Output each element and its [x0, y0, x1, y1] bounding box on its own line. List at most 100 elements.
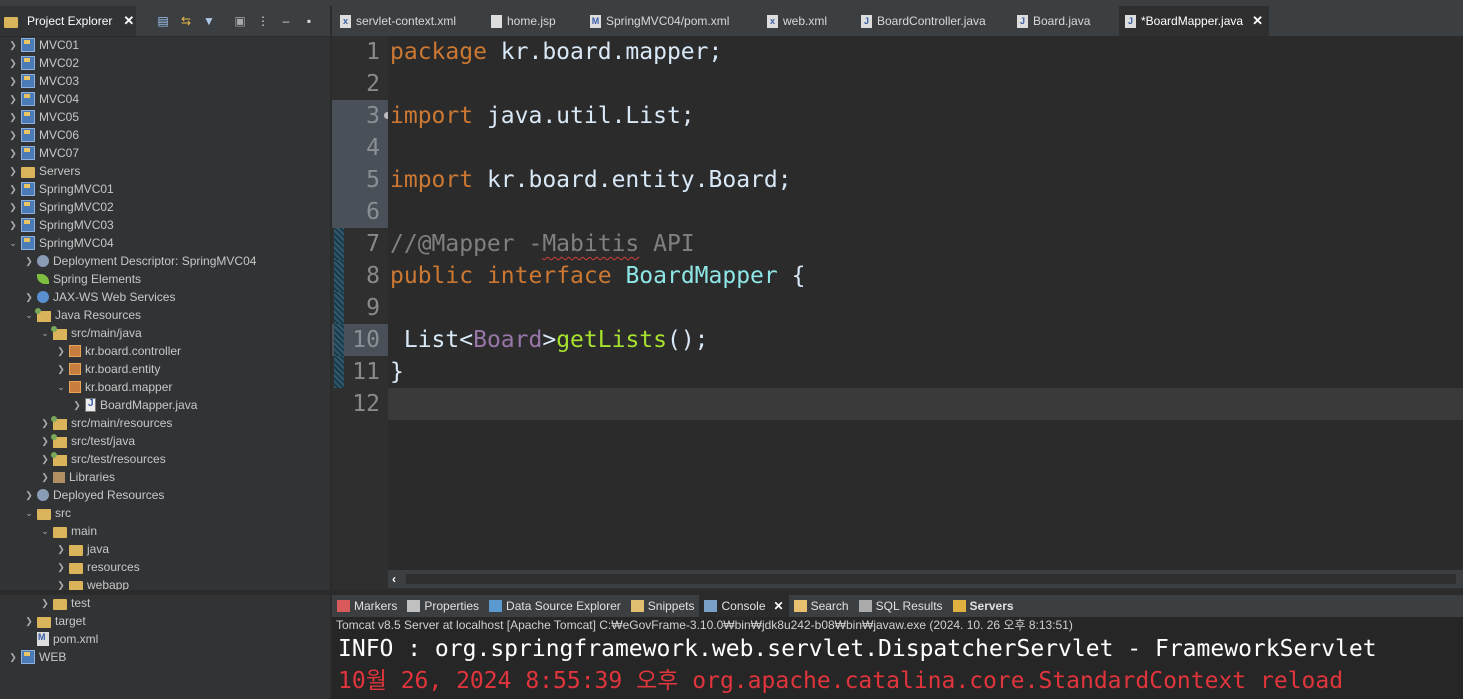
tab-servlet-context-xml[interactable]: x servlet-context.xml [340, 6, 456, 36]
tree-item-web[interactable]: ❯ WEB [0, 648, 330, 666]
chevron-down-icon[interactable]: ⌄ [40, 328, 50, 338]
tree-item-src-main-resources[interactable]: ❯ src/main/resources [0, 414, 330, 432]
chevron-right-icon[interactable]: ❯ [56, 562, 66, 572]
tree-item-test[interactable]: ❯ test [0, 594, 330, 612]
chevron-right-icon[interactable]: ❯ [56, 544, 66, 554]
chevron-right-icon[interactable]: ❯ [24, 616, 34, 626]
chevron-right-icon[interactable]: ❯ [56, 364, 66, 374]
chevron-right-icon[interactable]: ❯ [72, 400, 82, 410]
tree-item-mvc02[interactable]: ❯ MVC02 [0, 54, 330, 72]
tab-console[interactable]: Console ✕ [699, 595, 789, 617]
chevron-down-icon[interactable]: ⌄ [24, 508, 34, 518]
chevron-down-icon[interactable]: ⌄ [24, 310, 34, 320]
tab-project-explorer[interactable]: Project Explorer ✕ [0, 6, 136, 36]
tree-item-mvc05[interactable]: ❯ MVC05 [0, 108, 330, 126]
tree-item-libraries[interactable]: ❯ Libraries [0, 468, 330, 486]
chevron-down-icon[interactable]: ⌄ [8, 238, 18, 248]
tab-boardcontroller-java[interactable]: J BoardController.java [861, 6, 986, 36]
line-number: 12 [352, 391, 380, 417]
tab-web-xml[interactable]: x web.xml [767, 6, 827, 36]
chevron-right-icon[interactable]: ❯ [8, 40, 18, 50]
chevron-right-icon[interactable]: ❯ [40, 454, 50, 464]
chevron-right-icon[interactable]: ❯ [8, 220, 18, 230]
tab-data-source-explorer[interactable]: Data Source Explorer [484, 595, 626, 617]
tree-item-deployed-resources[interactable]: ❯ Deployed Resources [0, 486, 330, 504]
tree-item-springmvc04[interactable]: ⌄ SpringMVC04 [0, 234, 330, 252]
minimize-icon[interactable]: ‒ [279, 14, 293, 28]
chevron-right-icon[interactable]: ❯ [8, 166, 18, 176]
filter-icon[interactable]: ▼ [202, 14, 216, 28]
chevron-right-icon[interactable]: ❯ [40, 418, 50, 428]
tab-search[interactable]: Search [789, 595, 854, 617]
chevron-right-icon[interactable]: ❯ [24, 256, 34, 266]
tree-item-java-resources[interactable]: ⌄ Java Resources [0, 306, 330, 324]
tab-pom-xml[interactable]: M SpringMVC04/pom.xml [590, 6, 729, 36]
tree-item-src[interactable]: ⌄ src [0, 504, 330, 522]
chevron-right-icon[interactable]: ❯ [8, 148, 18, 158]
chevron-right-icon[interactable]: ❯ [8, 76, 18, 86]
tree-item-springmvc01[interactable]: ❯ SpringMVC01 [0, 180, 330, 198]
chevron-right-icon[interactable]: ❯ [24, 490, 34, 500]
chevron-right-icon[interactable]: ❯ [8, 112, 18, 122]
view-menu-icon[interactable]: ⋮ [256, 14, 270, 28]
tab-properties[interactable]: Properties [402, 595, 484, 617]
tree-item-pkg-controller[interactable]: ❯ kr.board.controller [0, 342, 330, 360]
collapse-all-icon[interactable]: ▤ [156, 14, 170, 28]
chevron-right-icon[interactable]: ❯ [40, 436, 50, 446]
chevron-down-icon[interactable]: ⌄ [40, 526, 50, 536]
close-icon[interactable]: ✕ [1252, 13, 1263, 29]
tab-home-jsp[interactable]: home.jsp [491, 6, 556, 36]
code-text: List< [390, 327, 474, 353]
tree-item-mvc03[interactable]: ❯ MVC03 [0, 72, 330, 90]
chevron-right-icon[interactable]: ❯ [8, 94, 18, 104]
tree-item-src-main-java[interactable]: ⌄ src/main/java [0, 324, 330, 342]
chevron-right-icon[interactable]: ❯ [56, 346, 66, 356]
tree-item-spring-elements[interactable]: Spring Elements [0, 270, 330, 288]
tab-snippets[interactable]: Snippets [626, 595, 700, 617]
chevron-right-icon[interactable]: ❯ [8, 58, 18, 68]
horizontal-scrollbar[interactable]: ‹ [388, 570, 1463, 588]
tree-item-src-test-java[interactable]: ❯ src/test/java [0, 432, 330, 450]
tree-item-springmvc02[interactable]: ❯ SpringMVC02 [0, 198, 330, 216]
tree-item-boardmapper-java[interactable]: ❯ BoardMapper.java [0, 396, 330, 414]
tree-item-resources[interactable]: ❯ resources [0, 558, 330, 576]
chevron-right-icon[interactable]: ❯ [40, 598, 50, 608]
tree-item-pom-xml[interactable]: pom.xml [0, 630, 330, 648]
tab-sql-results[interactable]: SQL Results [854, 595, 948, 617]
tab-markers[interactable]: Markers [332, 595, 402, 617]
tab-boardmapper-java[interactable]: J *BoardMapper.java ✕ [1119, 6, 1269, 36]
chevron-right-icon[interactable]: ❯ [56, 580, 66, 590]
chevron-right-icon[interactable]: ❯ [8, 652, 18, 662]
scrollbar-thumb[interactable] [406, 574, 1456, 584]
line-number-text: 3 [366, 103, 380, 129]
chevron-right-icon[interactable]: ❯ [24, 292, 34, 302]
tree-item-java[interactable]: ❯ java [0, 540, 330, 558]
tree-item-target[interactable]: ❯ target [0, 612, 330, 630]
tab-board-java[interactable]: J Board.java [1017, 6, 1090, 36]
tab-servers[interactable]: Servers [948, 595, 1019, 617]
tree-item-src-test-resources[interactable]: ❯ src/test/resources [0, 450, 330, 468]
chevron-right-icon[interactable]: ❯ [40, 472, 50, 482]
tree-item-mvc07[interactable]: ❯ MVC07 [0, 144, 330, 162]
chevron-right-icon[interactable]: ❯ [8, 184, 18, 194]
tree-item-pkg-mapper[interactable]: ⌄ kr.board.mapper [0, 378, 330, 396]
tree-item-mvc06[interactable]: ❯ MVC06 [0, 126, 330, 144]
chevron-down-icon[interactable]: ⌄ [56, 382, 66, 392]
focus-task-icon[interactable]: ▣ [233, 14, 247, 28]
tree-item-servers[interactable]: ❯ Servers [0, 162, 330, 180]
link-with-editor-icon[interactable]: ⇆ [179, 14, 193, 28]
tree-item-main[interactable]: ⌄ main [0, 522, 330, 540]
code-editor[interactable]: package kr.board.mapper; import java.uti… [388, 36, 1463, 570]
tree-item-springmvc03[interactable]: ❯ SpringMVC03 [0, 216, 330, 234]
chevron-right-icon[interactable]: ❯ [8, 130, 18, 140]
tree-item-mvc04[interactable]: ❯ MVC04 [0, 90, 330, 108]
tree-item-jax-ws[interactable]: ❯ JAX-WS Web Services [0, 288, 330, 306]
chevron-right-icon[interactable]: ❯ [8, 202, 18, 212]
close-icon[interactable]: ✕ [774, 599, 784, 613]
close-icon[interactable]: ✕ [123, 13, 134, 29]
tree-item-mvc01[interactable]: ❯ MVC01 [0, 36, 330, 54]
maximize-icon[interactable]: ▪ [302, 14, 316, 28]
tree-item-pkg-entity[interactable]: ❯ kr.board.entity [0, 360, 330, 378]
scroll-left-icon[interactable]: ‹ [392, 570, 396, 588]
tree-item-deployment-descriptor[interactable]: ❯ Deployment Descriptor: SpringMVC04 [0, 252, 330, 270]
